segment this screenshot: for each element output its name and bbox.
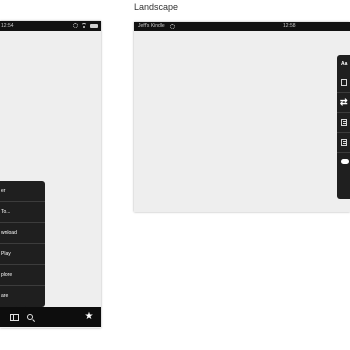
status-bar: 12:54 [0,21,101,31]
menu-item[interactable]: wnload [0,223,45,243]
context-menu: er To... wnload Play plore are [0,181,45,307]
menu-item[interactable]: plore [0,265,45,285]
portrait-device-screen: 12:54 er To... wnload Play plore are ★ [0,21,101,328]
panel-item[interactable] [337,113,350,132]
panel-item[interactable] [337,133,350,152]
star-icon: ★ [84,311,94,322]
panel-item[interactable] [337,153,350,172]
panel-item[interactable]: ⇄ [337,93,350,112]
battery-icon [90,23,98,28]
library-button[interactable] [6,307,22,327]
menu-item[interactable]: To... [0,202,45,222]
panel-item[interactable] [337,73,350,92]
bottom-toolbar: ★ [0,307,101,327]
wifi-icon [81,23,87,28]
book-icon [9,313,19,321]
sync-icon: ⇄ [340,97,348,107]
menu-item[interactable]: er [0,181,45,201]
font-settings-label[interactable]: Aa [341,61,347,67]
search-icon [27,314,33,320]
landscape-device-screen: Jeff's Kindle 12:58 Aa ⇄ [134,22,350,212]
status-time: 12:58 [283,23,296,29]
page-icon [341,79,347,86]
search-button[interactable] [22,307,38,327]
menu-item[interactable]: are [0,286,45,306]
gear-icon [73,23,78,28]
status-bar: Jeff's Kindle 12:58 [134,22,350,31]
landscape-label: Landscape [134,2,179,12]
status-time: 12:54 [1,23,14,29]
side-panel: Aa ⇄ [337,55,350,199]
gear-icon [170,24,175,29]
document-icon [341,139,347,146]
bookmark-button[interactable]: ★ [81,307,97,327]
device-name: Jeff's Kindle [138,23,165,29]
notes-icon [341,119,347,126]
share-bubble-icon [341,159,349,164]
menu-item[interactable]: Play [0,244,45,264]
